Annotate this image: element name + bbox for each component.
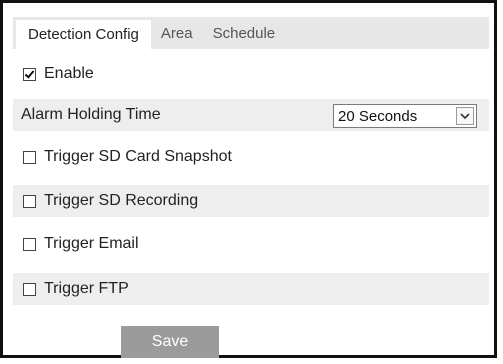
trigger-ftp-row: Trigger FTP	[13, 273, 489, 305]
trigger-ftp-checkbox[interactable]	[23, 282, 36, 296]
trigger-email-checkbox[interactable]	[23, 237, 36, 251]
save-button[interactable]: Save	[121, 326, 219, 358]
trigger-sd-snapshot-row: Trigger SD Card Snapshot	[13, 141, 489, 173]
trigger-sd-recording-row: Trigger SD Recording	[13, 185, 489, 217]
tab-schedule[interactable]: Schedule	[203, 17, 286, 49]
config-panel: Detection Config Area Schedule Enable Al…	[0, 0, 497, 358]
trigger-email-label: Trigger Email	[44, 235, 139, 252]
alarm-holding-time-value: 20 Seconds	[338, 107, 418, 125]
trigger-email-row: Trigger Email	[13, 228, 489, 260]
trigger-sd-recording-checkbox[interactable]	[23, 194, 36, 208]
alarm-holding-time-label: Alarm Holding Time	[21, 106, 161, 123]
enable-row: Enable	[13, 58, 489, 90]
trigger-ftp-label: Trigger FTP	[44, 280, 129, 297]
chevron-down-icon[interactable]	[456, 107, 474, 125]
trigger-sd-recording-label: Trigger SD Recording	[44, 192, 199, 209]
tab-detection-config[interactable]: Detection Config	[16, 20, 151, 49]
enable-label: Enable	[44, 65, 94, 82]
trigger-sd-snapshot-label: Trigger SD Card Snapshot	[44, 148, 232, 165]
alarm-holding-time-select[interactable]: 20 Seconds	[333, 104, 477, 128]
enable-checkbox[interactable]	[23, 67, 36, 81]
tab-bar: Detection Config Area Schedule	[13, 17, 489, 49]
alarm-holding-time-row: Alarm Holding Time 20 Seconds	[13, 99, 489, 131]
tab-area[interactable]: Area	[151, 17, 203, 49]
trigger-sd-snapshot-checkbox[interactable]	[23, 150, 36, 164]
